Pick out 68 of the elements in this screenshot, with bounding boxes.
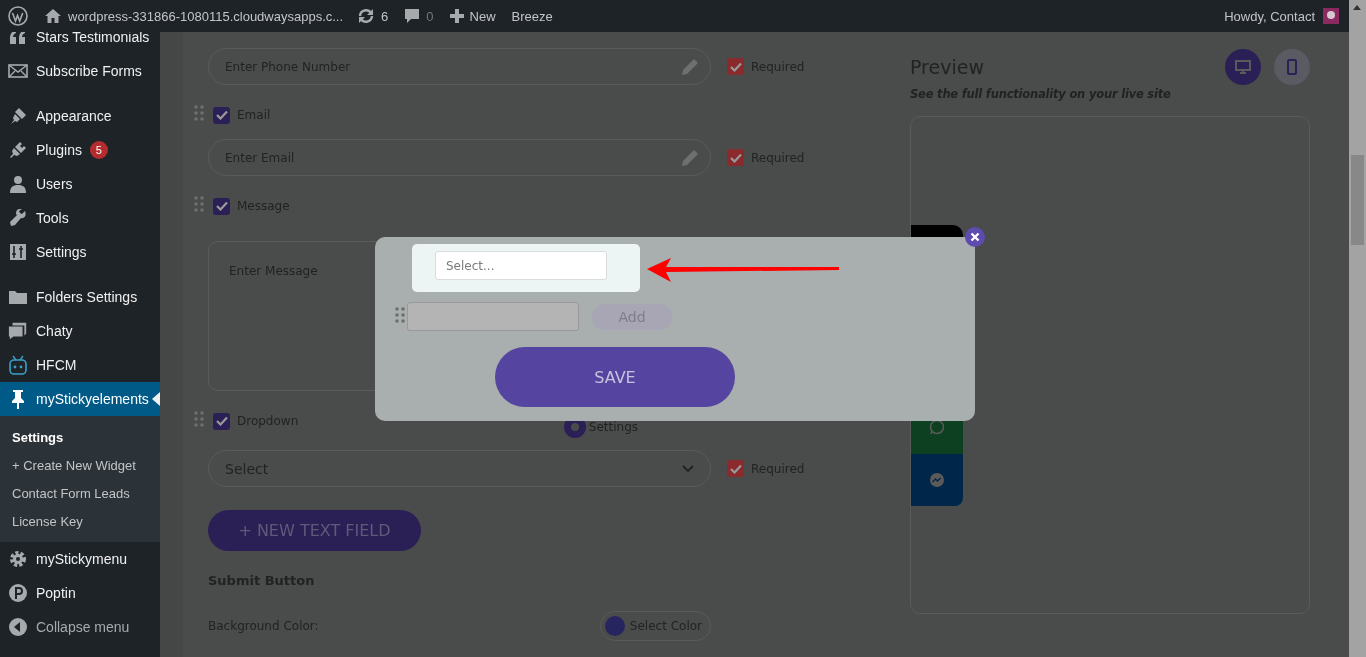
sidebar-item[interactable]: Users (0, 167, 160, 201)
sidebar-item[interactable]: Folders Settings (0, 280, 160, 314)
plug-icon (9, 141, 27, 159)
comment-icon[interactable] (404, 8, 421, 24)
chat-bubbles-icon (8, 321, 28, 341)
sidebar-item[interactable]: Plugins 5 (0, 133, 160, 167)
plus-icon[interactable] (449, 9, 464, 23)
select-input-field[interactable]: Select... (435, 251, 607, 280)
sidebar-item[interactable]: Chaty (0, 314, 160, 348)
submenu-item[interactable]: Contact Form Leads (0, 479, 160, 507)
sidebar-item[interactable]: myStickyelements (0, 382, 160, 416)
checkbox[interactable] (727, 149, 744, 166)
submenu-item[interactable]: + Create New Widget (0, 451, 160, 479)
device-toggle[interactable] (1274, 49, 1310, 85)
whatsapp-icon (929, 418, 945, 435)
new-link[interactable]: New (469, 8, 496, 24)
phone-icon (1287, 59, 1297, 75)
sidebar-item[interactable]: myStickymenu (0, 542, 160, 576)
sidebar-item[interactable]: Settings (0, 235, 160, 269)
sidebar-item[interactable]: Collapse menu (0, 610, 160, 644)
paintbrush-icon (9, 107, 27, 125)
submenu-item[interactable]: Settings (0, 423, 160, 451)
comments-count[interactable]: 0 (426, 8, 434, 24)
refresh-icon[interactable] (357, 8, 376, 24)
checkbox[interactable] (213, 197, 230, 215)
sidebar-item[interactable]: Poptin (0, 576, 160, 610)
sidebar-item[interactable]: Stars Testimonials (0, 32, 160, 54)
site-name-link[interactable]: wordpress-331866-1080115.cloudwaysapps.c... (68, 8, 344, 24)
pencil-icon (680, 147, 700, 168)
greeting-link[interactable]: Howdy, Contact (1224, 8, 1315, 24)
wrench-icon (9, 209, 27, 227)
envelope-icon (8, 64, 28, 78)
sidebar-item[interactable]: HFCM (0, 348, 160, 382)
gear-icon (8, 549, 28, 569)
messenger-icon (929, 472, 945, 488)
wordpress-logo-icon[interactable] (8, 6, 28, 26)
checkbox[interactable] (727, 58, 744, 75)
updates-count[interactable]: 6 (381, 8, 389, 24)
folder-icon (8, 289, 28, 305)
checkbox[interactable] (213, 106, 230, 124)
save-button[interactable]: SAVE (495, 347, 735, 407)
collapse-icon[interactable] (8, 617, 28, 637)
option-input-field[interactable] (407, 302, 579, 331)
avatar-icon[interactable] (1323, 8, 1339, 24)
scroll-up-icon[interactable] (1353, 5, 1361, 10)
sidebar-item[interactable]: Tools (0, 201, 160, 235)
sidebar-item[interactable]: Appearance (0, 99, 160, 133)
update-count-badge: 5 (89, 141, 108, 159)
checkbox[interactable] (213, 412, 230, 430)
sidebar-item[interactable]: Subscribe Forms (0, 54, 160, 88)
checkbox[interactable] (727, 460, 744, 477)
sliders-icon (9, 243, 27, 261)
device-toggle[interactable] (1225, 49, 1261, 85)
user-icon (9, 175, 27, 193)
p-logo-icon (8, 583, 28, 603)
scrollbar-thumb[interactable] (1351, 155, 1364, 245)
monitor-icon (1235, 60, 1251, 74)
breeze-link[interactable]: Breeze (511, 8, 553, 24)
pin-icon (10, 389, 26, 409)
home-icon[interactable] (44, 8, 62, 24)
submenu-item[interactable]: License Key (0, 507, 160, 535)
color-swatch-icon (604, 616, 625, 636)
scrollbar[interactable] (1349, 0, 1366, 657)
chevron-down-icon (682, 464, 694, 473)
pencil-icon (680, 56, 700, 77)
close-icon[interactable] (965, 227, 985, 247)
robot-icon (8, 355, 28, 375)
quote-icon (9, 32, 27, 44)
